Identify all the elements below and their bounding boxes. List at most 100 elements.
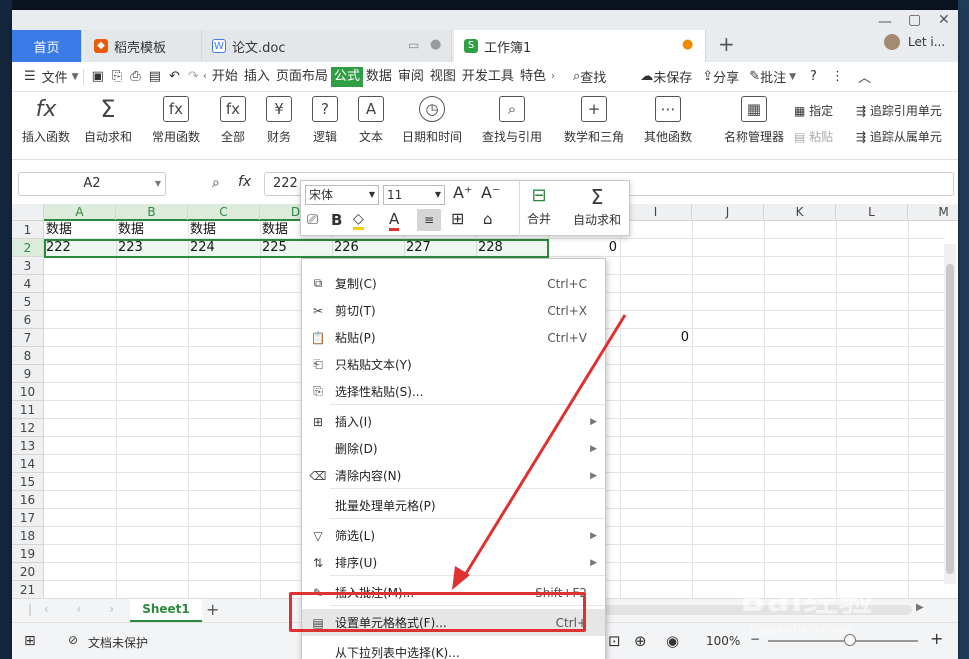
row-header-8[interactable]: 8 [12,347,44,365]
page-view-icon[interactable]: ⊡ [608,632,621,650]
save-icon[interactable]: ▣ [92,69,104,84]
new-tab-button[interactable]: + [718,32,735,56]
file-menu[interactable]: 文件 [42,67,68,86]
tabs-right-chevron-icon[interactable]: › [551,71,555,82]
tab-7[interactable]: 开发工具 [459,67,517,87]
context-menu-item-9[interactable]: ▽ 筛选(L) ▶ [302,522,605,549]
font-size-select[interactable]: 11 ▼ [383,185,445,205]
bold-icon[interactable]: B [331,211,342,229]
row-header-2[interactable]: 2 [12,239,44,257]
mini-autosum-button[interactable]: Σ 自动求和 [573,185,621,228]
insert-function-button[interactable]: fx 插入函数 [22,96,70,145]
lookup-reference-button[interactable]: ⌕ 查找与引用 [482,96,542,145]
tab-2[interactable]: 页面布局 [273,67,331,87]
search-button[interactable]: 查找 [580,67,606,86]
row-header-1[interactable]: 1 [12,221,44,239]
minimize-button[interactable]: — [878,14,892,30]
context-menu-item-0[interactable]: ⧉ 复制(C) Ctrl+C [302,270,605,297]
row-header-12[interactable]: 12 [12,419,44,437]
eye-icon[interactable]: ◉ [666,632,679,650]
zoom-level[interactable]: 100% [706,634,740,648]
tab-home[interactable]: 首页 [12,30,82,62]
status-panel-icon[interactable]: ⊞ [24,633,36,649]
context-menu-item-13[interactable]: 从下拉列表中选择(K)... [302,639,605,659]
context-menu-item-3[interactable]: ⎗ 只粘贴文本(Y) [302,351,605,378]
user-name[interactable]: Let i... [908,35,945,49]
sheet-tab-sheet1[interactable]: Sheet1 [130,599,202,622]
hamburger-icon[interactable]: ☰ [24,69,36,84]
common-functions-button[interactable]: fx 常用函数 [152,96,200,145]
context-menu-item-2[interactable]: 📋 粘贴(P) Ctrl+V [302,324,605,351]
merge-button[interactable]: ⊟ 合并 [527,185,551,227]
context-menu-item-4[interactable]: ⎘ 选择性粘贴(S)... [302,378,605,405]
maximize-button[interactable]: ▢ [908,12,921,28]
scroll-thumb[interactable] [946,264,954,574]
row-header-18[interactable]: 18 [12,527,44,545]
share-button[interactable]: 分享 [713,67,739,86]
financial-button[interactable]: ¥ 财务 [266,96,292,145]
column-header-b[interactable]: B [116,204,188,221]
row-header-3[interactable]: 3 [12,257,44,275]
export-icon[interactable]: ⎘ [112,69,122,84]
tab-8[interactable]: 特色 [517,67,549,87]
vertical-scrollbar[interactable] [944,244,956,584]
row-header-14[interactable]: 14 [12,455,44,473]
font-color-icon[interactable]: A [389,210,400,231]
define-name-button[interactable]: ▦ 指定 [794,102,833,119]
column-header-m[interactable]: M [908,204,958,221]
print-icon[interactable]: ⎙ [130,69,140,84]
column-header-c[interactable]: C [188,204,260,221]
trace-dependents-button[interactable]: ⇶ 追踪从属单元 [856,128,942,145]
help-button[interactable]: ? [810,69,817,84]
font-name-select[interactable]: 宋体 ▼ [305,185,379,205]
row-header-7[interactable]: 7 [12,329,44,347]
trace-precedents-button[interactable]: ⇶ 追踪引用单元 [856,102,942,119]
all-functions-button[interactable]: fx 全部 [220,96,246,145]
protection-status[interactable]: 文档未保护 [88,634,148,651]
text-button[interactable]: A 文本 [358,96,384,145]
tab-docer[interactable]: ◆ 稻壳模板 [84,30,202,62]
column-header-l[interactable]: L [836,204,908,221]
row-header-15[interactable]: 15 [12,473,44,491]
context-menu-item-1[interactable]: ✂ 剪切(T) Ctrl+X [302,297,605,324]
more-icon[interactable]: ⋮ [831,69,844,84]
tab-6[interactable]: 视图 [427,67,459,87]
tab-4[interactable]: 数据 [363,67,395,87]
row-header-10[interactable]: 10 [12,383,44,401]
tab-workbook[interactable]: S 工作簿1 ● [454,30,706,62]
fx-icon[interactable]: fx [238,174,251,190]
comment-button[interactable]: 批注 [760,67,786,86]
cell[interactable]: 数据 [44,221,116,239]
math-trig-button[interactable]: + 数学和三角 [564,96,624,145]
clear-icon[interactable]: ⌂ [483,210,493,228]
tab-5[interactable]: 审阅 [395,67,427,87]
format-painter-icon[interactable]: ⎚ [307,212,318,228]
column-header-a[interactable]: A [44,204,116,221]
row-header-20[interactable]: 20 [12,563,44,581]
logical-button[interactable]: ? 逻辑 [312,96,338,145]
fill-color-icon[interactable]: ◇ [353,211,364,230]
tab-0[interactable]: 开始 [209,67,241,87]
cell[interactable]: 0 [548,239,620,257]
row-header-4[interactable]: 4 [12,275,44,293]
column-header-k[interactable]: K [764,204,836,221]
close-button[interactable]: ✕ [938,12,950,28]
context-menu-item-6[interactable]: 删除(D) ▶ [302,435,605,462]
zoom-search-icon[interactable]: ⌕ [212,175,220,191]
tab-3[interactable]: 公式 [330,66,363,87]
row-header-19[interactable]: 19 [12,545,44,563]
tab-1[interactable]: 插入 [241,67,273,87]
date-time-button[interactable]: ◷ 日期和时间 [402,96,462,145]
paste-name-button[interactable]: ▤ 粘贴 [794,128,833,145]
decrease-font-icon[interactable]: A⁻ [481,183,500,202]
row-header-13[interactable]: 13 [12,437,44,455]
name-box[interactable]: A2 ▼ [18,172,166,196]
undo-icon[interactable]: ↶ [169,69,180,84]
row-header-16[interactable]: 16 [12,491,44,509]
tab-word-doc[interactable]: W 论文.doc ▭ ● [202,30,452,62]
select-all-corner[interactable] [12,204,44,221]
row-header-6[interactable]: 6 [12,311,44,329]
avatar[interactable] [884,34,900,50]
cell[interactable]: 0 [620,329,692,347]
cell[interactable]: 数据 [116,221,188,239]
